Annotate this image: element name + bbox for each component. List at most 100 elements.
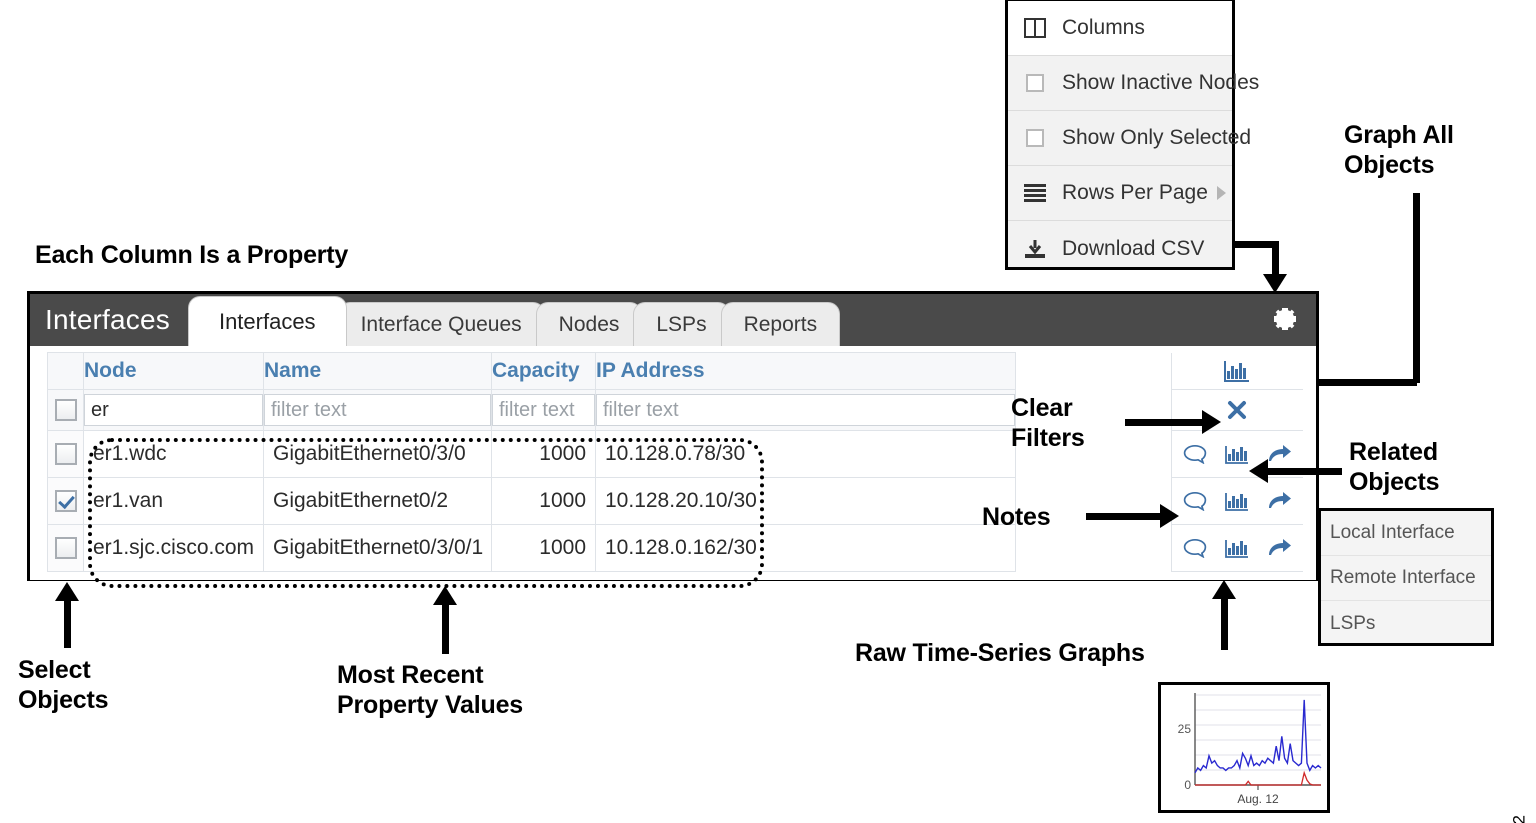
settings-dropdown-menu[interactable]: Columns Show Inactive Nodes Show Only Se… <box>1005 0 1259 270</box>
annotation-each-column-is-a-property: Each Column Is a Property <box>35 241 349 269</box>
notes-icon[interactable] <box>1180 486 1210 516</box>
bar-chart-icon[interactable] <box>1222 533 1252 563</box>
tab-reports[interactable]: Reports <box>720 302 841 346</box>
row-checkbox[interactable] <box>54 443 77 466</box>
filter-cell-ip-address <box>595 389 1016 431</box>
figure-root: Columns Show Inactive Nodes Show Only Se… <box>0 0 1536 823</box>
related-item-lsps[interactable]: LSPs <box>1321 601 1491 646</box>
tab-interfaces[interactable]: Interfaces <box>187 296 347 346</box>
tab-label: LSPs <box>656 313 707 336</box>
related-objects-arrow-icon[interactable] <box>1265 439 1295 469</box>
row-select-cell <box>47 524 84 572</box>
row-checkbox[interactable] <box>54 537 77 560</box>
tab-nodes[interactable]: Nodes <box>535 302 643 346</box>
chart-series-primary <box>1194 699 1322 774</box>
figure-number: 381602 <box>1510 815 1530 823</box>
menu-item-show-inactive-nodes[interactable]: Show Inactive Nodes <box>1008 56 1259 111</box>
tab-label: Interface Queues <box>360 313 522 336</box>
connector-raw-time-series-arrow <box>1212 580 1236 650</box>
panel-body: Node Name Capacity IP Address er filter … <box>30 346 1316 580</box>
filter-input-name[interactable] <box>264 394 491 426</box>
columns-icon <box>1022 16 1048 40</box>
cell-capacity: 1000 <box>491 477 596 525</box>
related-objects-arrow-icon[interactable] <box>1265 533 1295 563</box>
bar-chart-icon[interactable] <box>1222 486 1252 516</box>
tab-bar: Interfaces Interface Queues Nodes LSPs R… <box>187 296 1254 346</box>
column-header-ip-address[interactable]: IP Address <box>595 352 1016 390</box>
menu-item-columns[interactable]: Columns <box>1008 1 1232 56</box>
tab-interface-queues[interactable]: Interface Queues <box>337 302 545 346</box>
list-icon <box>1022 181 1048 205</box>
column-header-node[interactable]: Node <box>83 352 264 390</box>
filter-input-ip-address[interactable] <box>596 394 1015 426</box>
clear-filters-icon[interactable] <box>1222 395 1252 425</box>
row-checkbox[interactable] <box>54 490 77 513</box>
row-select-cell <box>47 477 84 525</box>
table-row[interactable]: er1.wdc GigabitEthernet0/3/0 1000 10.128… <box>47 430 1303 478</box>
checkbox-icon <box>1022 71 1048 95</box>
related-item-remote-interface[interactable]: Remote Interface <box>1321 556 1491 601</box>
menu-item-label: Show Only Selected <box>1062 126 1252 149</box>
cell-ip-address: 10.128.0.162/30 <box>595 524 1016 572</box>
filter-cell-name <box>263 389 492 431</box>
filter-input-node[interactable] <box>84 394 263 426</box>
annotation-related-objects: Related Objects <box>1349 438 1440 496</box>
bar-chart-icon[interactable] <box>1222 439 1252 469</box>
cell-node: er1.wdc <box>83 430 264 478</box>
chevron-right-icon <box>1217 186 1226 200</box>
graph-all-objects-icon[interactable] <box>1222 356 1252 386</box>
tab-label: Nodes <box>558 313 620 336</box>
column-header-capacity[interactable]: Capacity <box>491 352 596 390</box>
notes-icon[interactable] <box>1180 533 1210 563</box>
cell-node: er1.sjc.cisco.com <box>83 524 264 572</box>
menu-item-label: Rows Per Page <box>1062 181 1208 204</box>
connector-clear-filters-arrow <box>1125 410 1221 434</box>
related-item-local-interface[interactable]: Local Interface <box>1321 511 1491 556</box>
cell-ip-address: 10.128.20.10/30 <box>595 477 1016 525</box>
table-header-row: Node Name Capacity IP Address <box>47 352 1303 390</box>
related-objects-popup[interactable]: Local Interface Remote Interface LSPs <box>1318 508 1494 646</box>
interfaces-panel: Interfaces Interfaces Interface Queues N… <box>27 291 1319 581</box>
tab-lsps[interactable]: LSPs <box>633 302 730 346</box>
connector-notes-arrow <box>1086 504 1179 528</box>
cell-ip-address: 10.128.0.78/30 <box>595 430 1016 478</box>
menu-item-label: Show Inactive Nodes <box>1062 71 1260 94</box>
connector-download-csv-arrow <box>1263 241 1287 293</box>
related-objects-arrow-icon[interactable] <box>1265 486 1295 516</box>
annotation-notes: Notes <box>982 503 1051 531</box>
tab-label: Reports <box>743 313 818 336</box>
notes-icon[interactable] <box>1180 439 1210 469</box>
menu-item-rows-per-page[interactable]: Rows Per Page <box>1008 166 1232 221</box>
toolbar-actions-header <box>1171 352 1303 390</box>
connector-most-recent-arrow <box>433 586 457 654</box>
menu-item-label: Columns <box>1062 16 1145 39</box>
select-all-checkbox[interactable] <box>54 399 77 422</box>
tab-label: Interfaces <box>218 309 316 334</box>
settings-gear-button[interactable] <box>1254 294 1316 346</box>
annotation-graph-all-objects: Graph All Objects <box>1344 121 1454 179</box>
filter-input-capacity[interactable] <box>492 394 595 426</box>
row-actions-cell <box>1171 477 1303 525</box>
page-title: Interfaces <box>45 304 170 335</box>
menu-item-download-csv[interactable]: Download CSV <box>1008 221 1232 276</box>
table-filter-row <box>47 389 1303 431</box>
cell-capacity: 1000 <box>491 524 596 572</box>
table-body: er1.wdc GigabitEthernet0/3/0 1000 10.128… <box>47 430 1303 572</box>
column-header-spacer <box>1015 352 1172 390</box>
time-series-chart-thumbnail[interactable]: 25 0 Aug. 12 <box>1158 682 1330 813</box>
menu-item-label: Download CSV <box>1062 236 1205 260</box>
filter-cell-capacity <box>491 389 596 431</box>
menu-item-show-only-selected[interactable]: Show Only Selected <box>1008 111 1251 166</box>
row-actions-cell <box>1171 524 1303 572</box>
connector-graph-all-vertical <box>1413 193 1420 383</box>
chart-series-secondary <box>1195 770 1321 786</box>
select-all-cell <box>47 389 84 431</box>
download-icon <box>1022 237 1048 261</box>
annotation-raw-time-series-graphs: Raw Time-Series Graphs <box>855 639 1145 667</box>
interfaces-table: Node Name Capacity IP Address er filter … <box>47 352 1303 572</box>
column-header-name[interactable]: Name <box>263 352 492 390</box>
time-series-chart-svg: 25 0 Aug. 12 <box>1178 693 1322 806</box>
table-row[interactable]: er1.sjc.cisco.com GigabitEthernet0/3/0/1… <box>47 524 1303 572</box>
connector-related-objects-arrow <box>1249 459 1342 483</box>
chart-ytick-0: 0 <box>1184 778 1191 792</box>
